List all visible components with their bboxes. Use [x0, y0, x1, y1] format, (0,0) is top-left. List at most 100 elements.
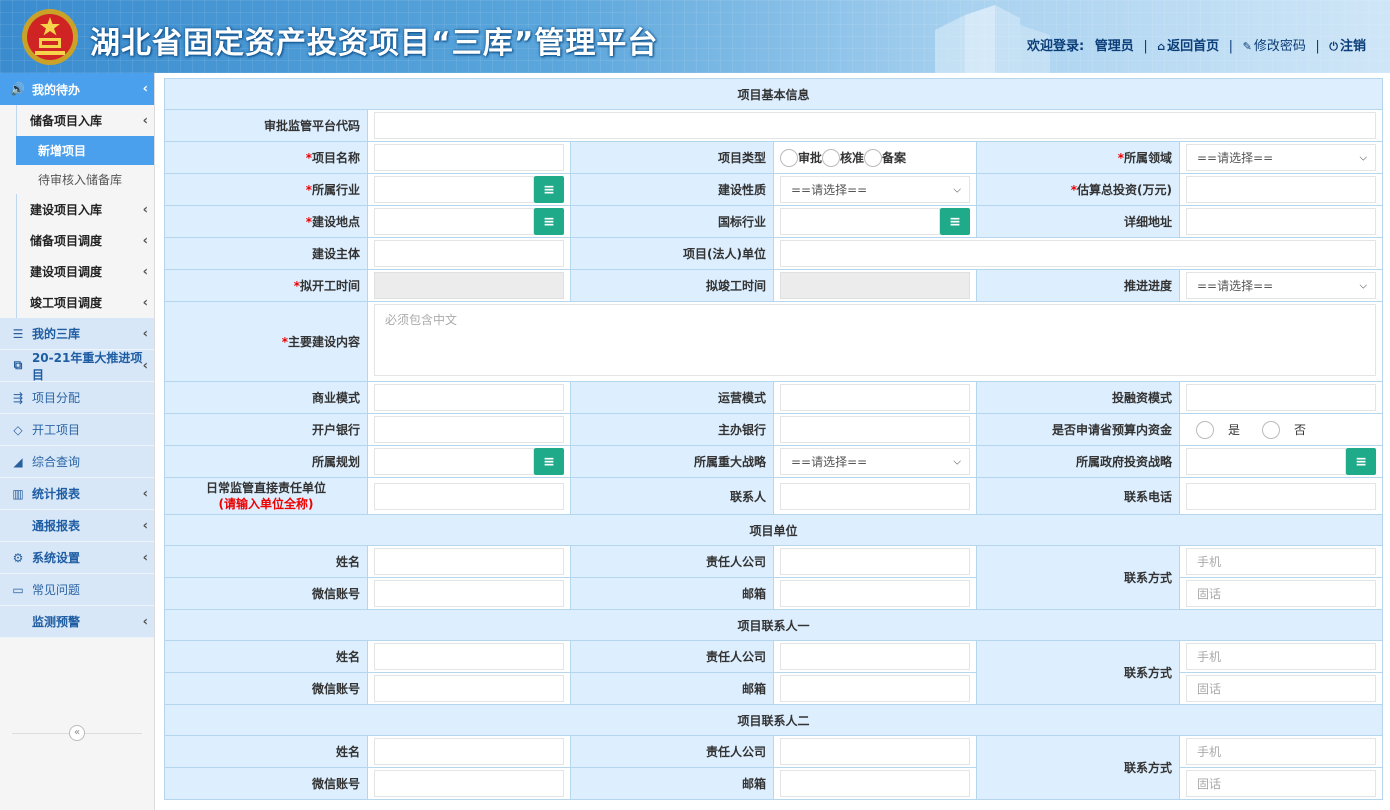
nav-major-projects[interactable]: ⧉ 20-21年重大推进项目 ‹: [0, 350, 154, 382]
nav-my-todo-label: 我的待办: [32, 82, 81, 97]
label-text: 估算总投资(万元): [1077, 183, 1172, 197]
c2-name-input[interactable]: [374, 738, 564, 765]
build-nature-select[interactable]: ==请选择== ⌵: [780, 176, 970, 203]
chevron-left-icon: ‹: [142, 486, 148, 501]
c1-landline-input[interactable]: [1186, 675, 1377, 702]
nav-faq[interactable]: ▭ 常见问题: [0, 574, 154, 606]
nav-my-todo[interactable]: 🔊 我的待办 ‹: [0, 73, 154, 105]
gov-strategy-picker-button[interactable]: ≡: [1346, 448, 1377, 475]
financing-model-input[interactable]: [1186, 384, 1377, 411]
label-text: 项目名称: [311, 151, 360, 165]
c1-mobile-input[interactable]: [1186, 643, 1377, 670]
nav-reserve-entry[interactable]: 储备项目入库 ‹: [0, 105, 154, 136]
contact-input[interactable]: [780, 482, 970, 510]
divider: |: [1315, 39, 1320, 54]
business-model-input[interactable]: [374, 384, 564, 411]
unit-mobile-input[interactable]: [1186, 548, 1377, 575]
change-password-link[interactable]: ✎ 修改密码: [1243, 35, 1306, 54]
unit-email-input[interactable]: [780, 580, 970, 607]
nav-my-three-libraries[interactable]: ☰ 我的三库 ‹: [0, 318, 154, 350]
speaker-icon: 🔊: [10, 82, 25, 96]
label-note: (请输入单位全称): [218, 497, 314, 511]
unit-wechat-input[interactable]: [374, 580, 564, 607]
nav-bulletin-report[interactable]: 通报报表 ‹: [0, 510, 154, 542]
nav-new-project[interactable]: 新增项目: [16, 136, 154, 165]
radio-no[interactable]: 否: [1262, 420, 1306, 439]
chevron-left-icon: ‹: [142, 81, 148, 97]
nav-project-distribution[interactable]: ⇶ 项目分配: [0, 382, 154, 414]
operation-model-input[interactable]: [780, 384, 970, 411]
c2-wechat-input[interactable]: [374, 770, 564, 797]
legal-unit-input[interactable]: [780, 240, 1377, 267]
project-name-input[interactable]: [374, 144, 564, 171]
bar-chart-icon: ▥: [12, 486, 24, 501]
detail-address-input[interactable]: [1186, 208, 1377, 235]
c1-email-input[interactable]: [780, 675, 970, 702]
lead-bank-input[interactable]: [780, 416, 970, 443]
industry-input[interactable]: [374, 176, 534, 203]
section-contact-one: 项目联系人一: [163, 609, 1384, 641]
chevron-left-icon: ‹: [142, 233, 148, 248]
intl-industry-input[interactable]: [780, 208, 940, 235]
username: 管理员: [1094, 39, 1134, 54]
c2-email-input[interactable]: [780, 770, 970, 797]
home-link[interactable]: ⌂ 返回首页: [1157, 35, 1219, 54]
build-location-label: *建设地点: [164, 205, 368, 238]
progress-select[interactable]: ==请选择== ⌵: [1186, 272, 1377, 299]
unit-landline-input[interactable]: [1186, 580, 1377, 607]
folder-icon: ▭: [12, 582, 24, 597]
nav-reserve-dispatch[interactable]: 储备项目调度 ‹: [0, 225, 154, 256]
build-location-picker-button[interactable]: ≡: [534, 208, 564, 235]
chevron-left-icon: ‹: [142, 550, 148, 565]
progress-label: 推进进度: [976, 269, 1180, 302]
radio-record[interactable]: 备案: [864, 148, 906, 167]
gov-strategy-input[interactable]: [1186, 448, 1347, 475]
nav-label: 项目分配: [32, 391, 81, 405]
radio-verify[interactable]: 核准: [822, 148, 864, 167]
nav-started-projects[interactable]: ◇ 开工项目: [0, 414, 154, 446]
plan-input[interactable]: [374, 448, 534, 475]
domain-select[interactable]: ==请选择== ⌵: [1186, 144, 1377, 171]
nav-general-query[interactable]: ◢ 综合查询: [0, 446, 154, 478]
c2-landline-input[interactable]: [1186, 770, 1377, 797]
industry-picker-button[interactable]: ≡: [534, 176, 564, 203]
list-icon: ☰: [12, 326, 24, 341]
collapse-sidebar-button[interactable]: «: [69, 725, 85, 741]
radio-approval[interactable]: 审批: [780, 148, 823, 167]
platform-code-input[interactable]: [374, 112, 1377, 139]
build-owner-input[interactable]: [374, 240, 564, 267]
c1-wechat-input[interactable]: [374, 675, 564, 702]
planned-end-input[interactable]: [780, 272, 970, 299]
unit-name-input[interactable]: [374, 548, 564, 575]
radio-label: 审批: [798, 151, 823, 165]
contact-phone-input[interactable]: [1186, 482, 1377, 510]
nav-label: 20-21年重大推进项目: [31, 350, 143, 382]
detail-address-label: 详细地址: [976, 205, 1180, 238]
c1-name-input[interactable]: [374, 643, 564, 670]
planned-start-input[interactable]: [374, 272, 564, 299]
unit-company-input[interactable]: [780, 548, 970, 575]
radio-yes[interactable]: 是: [1196, 420, 1240, 439]
bank-input[interactable]: [374, 416, 564, 443]
site-title: 湖北省固定资产投资项目“三库”管理平台: [90, 26, 659, 61]
nav-completed-dispatch[interactable]: 竣工项目调度 ‹: [0, 287, 154, 318]
build-location-input[interactable]: [374, 208, 534, 235]
nav-construction-entry[interactable]: 建设项目入库 ‹: [0, 194, 154, 225]
main-content-textarea[interactable]: [374, 304, 1377, 376]
nav-statistics[interactable]: ▥ 统计报表 ‹: [0, 478, 154, 510]
supervisor-unit-input[interactable]: [374, 482, 564, 510]
c2-mobile-input[interactable]: [1186, 738, 1377, 765]
logout-link[interactable]: ⏻ 注销: [1329, 35, 1366, 54]
c1-company-input[interactable]: [780, 643, 970, 670]
nav-monitoring-alerts[interactable]: 监测预警 ‹: [0, 606, 154, 638]
est-investment-input[interactable]: [1186, 176, 1377, 203]
strategy-select[interactable]: ==请选择== ⌵: [780, 448, 970, 475]
national-emblem-icon: [22, 9, 78, 65]
nav-system-settings[interactable]: ⚙ 系统设置 ‹: [0, 542, 154, 574]
plan-picker-button[interactable]: ≡: [534, 448, 564, 475]
nav-pending-review[interactable]: 待审核入储备库: [0, 165, 154, 194]
intl-industry-picker-button[interactable]: ≡: [940, 208, 970, 235]
c1-email-label: 邮箱: [570, 672, 774, 705]
nav-construction-dispatch[interactable]: 建设项目调度 ‹: [0, 256, 154, 287]
c2-company-input[interactable]: [780, 738, 970, 765]
